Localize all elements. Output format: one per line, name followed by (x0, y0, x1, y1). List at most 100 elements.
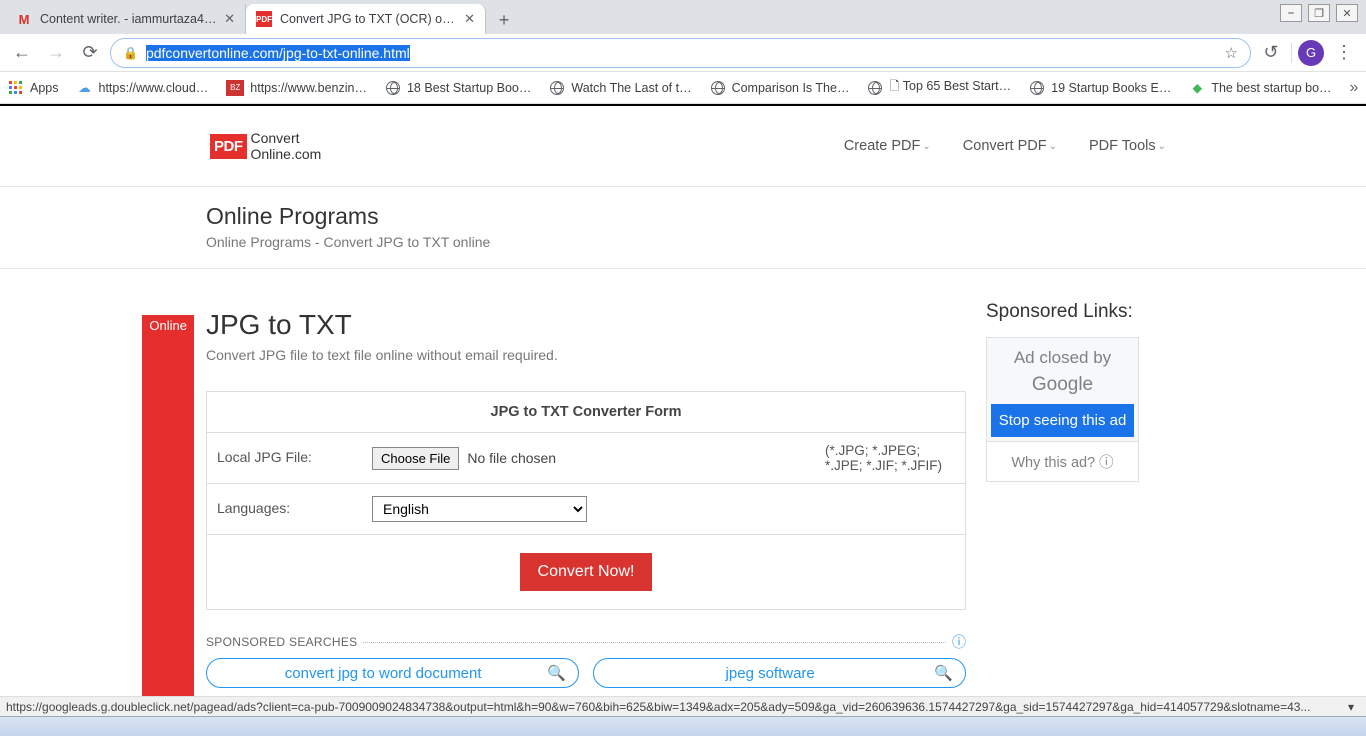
browser-tabbar: M Content writer. - iammurtaza4@g ✕ PDF … (0, 0, 1366, 34)
bookmark-label: Watch The Last of t… (571, 81, 691, 95)
content-heading: JPG to TXT (206, 309, 966, 341)
bookmark-item[interactable]: 19 Startup Books E… (1029, 80, 1171, 96)
site-icon: BZ (226, 80, 244, 96)
globe-icon (1029, 80, 1045, 96)
nav-convert-pdf[interactable]: Convert PDF⌄ (963, 138, 1057, 154)
info-icon[interactable]: ⓘ (952, 632, 966, 652)
status-bar: https://googleads.g.doubleclick.net/page… (0, 696, 1366, 716)
ad-box: Ad closed by Google Stop seeing this ad … (986, 337, 1139, 482)
stop-seeing-ad-button[interactable]: Stop seeing this ad (991, 404, 1134, 437)
form-title: JPG to TXT Converter Form (207, 392, 965, 433)
bookmark-item[interactable]: Watch The Last of t… (549, 80, 691, 96)
file-label: Local JPG File: (207, 433, 362, 483)
bookmark-star-icon[interactable]: ☆ (1225, 44, 1238, 62)
bookmark-item[interactable]: Comparison Is The… (710, 80, 850, 96)
bookmark-label: 18 Best Startup Boo… (407, 81, 531, 95)
bookmark-label: https://www.cloud… (99, 81, 209, 95)
form-row-file: Local JPG File: Choose File No file chos… (207, 433, 965, 484)
window-minimize-button[interactable]: ⎯ (1280, 4, 1302, 22)
search-icon: 🔍 (547, 664, 566, 682)
window-close-button[interactable]: ✕ (1336, 4, 1358, 22)
diamond-icon: ◆ (1189, 80, 1205, 96)
pdf-icon: PDF (256, 11, 272, 27)
sponsored-search-link[interactable]: convert jpg to word document🔍 (206, 658, 579, 688)
content-subheading: Convert JPG file to text file online wit… (206, 347, 966, 363)
nav-pdf-tools[interactable]: PDF Tools⌄ (1089, 138, 1166, 154)
profile-avatar[interactable]: G (1298, 40, 1324, 66)
globe-icon (867, 80, 883, 96)
status-url: https://googleads.g.doubleclick.net/page… (6, 700, 1310, 714)
convert-button[interactable]: Convert Now! (520, 553, 653, 591)
search-icon: 🔍 (934, 664, 953, 682)
language-select[interactable]: English (372, 496, 587, 522)
history-button[interactable]: ↺ (1257, 39, 1285, 67)
lock-icon: 🔒 (123, 46, 138, 60)
window-maximize-button[interactable]: ❐ (1308, 4, 1330, 22)
nav-create-pdf[interactable]: Create PDF⌄ (844, 138, 931, 154)
browser-tab-0[interactable]: M Content writer. - iammurtaza4@g ✕ (6, 4, 246, 34)
choose-file-button[interactable]: Choose File (372, 447, 459, 470)
logo-line2: Online.com (251, 146, 322, 162)
page-content: PDF ConvertOnline.com Create PDF⌄ Conver… (0, 104, 1366, 728)
logo-line1: Convert (251, 130, 300, 146)
globe-icon (549, 80, 565, 96)
site-logo[interactable]: PDF ConvertOnline.com (210, 130, 321, 162)
chevron-down-icon: ⌄ (922, 141, 930, 152)
chevron-down-icon: ⌄ (1158, 141, 1166, 152)
bookmark-apps[interactable]: Apps (8, 80, 59, 96)
converter-form: JPG to TXT Converter Form Local JPG File… (206, 391, 966, 610)
site-header: PDF ConvertOnline.com Create PDF⌄ Conver… (0, 106, 1366, 186)
url-text: pdfconvertonline.com/jpg-to-txt-online.h… (146, 45, 410, 61)
ad-closed-text: Ad closed by (987, 338, 1138, 374)
bookmark-label: 🗋 Top 65 Best Start… (889, 77, 1011, 98)
sponsored-search-link[interactable]: jpeg software🔍 (593, 658, 966, 688)
sponsored-searches-header: SPONSORED SEARCHES ⓘ (206, 632, 966, 652)
main-nav: Create PDF⌄ Convert PDF⌄ PDF Tools⌄ (844, 138, 1166, 154)
bookmarks-overflow-button[interactable]: » (1350, 79, 1359, 97)
bookmark-item[interactable]: 18 Best Startup Boo… (385, 80, 531, 96)
page-subtitle: Online Programs - Convert JPG to TXT onl… (206, 234, 1366, 250)
page-title-band: Online Programs Online Programs - Conver… (0, 186, 1366, 269)
browser-toolbar: ← → ⟳ 🔒 pdfconvertonline.com/jpg-to-txt-… (0, 34, 1366, 72)
bookmark-label: 19 Startup Books E… (1051, 81, 1171, 95)
logo-pdf-badge: PDF (210, 134, 247, 159)
globe-icon (385, 80, 401, 96)
bookmark-item[interactable]: 🗋 Top 65 Best Start… (867, 77, 1011, 98)
form-row-language: Languages: English (207, 484, 965, 535)
back-button[interactable]: ← (8, 39, 36, 67)
reload-button[interactable]: ⟳ (76, 39, 104, 67)
tab-title: Content writer. - iammurtaza4@g (40, 12, 218, 26)
google-logo-text: Google (987, 374, 1138, 396)
bookmark-item[interactable]: BZ https://www.benzin… (226, 80, 367, 96)
tab-title: Convert JPG to TXT (OCR) online (280, 12, 458, 26)
page-title: Online Programs (206, 203, 1366, 230)
forward-button[interactable]: → (42, 39, 70, 67)
bookmark-label: https://www.benzin… (250, 81, 367, 95)
why-this-ad-button[interactable]: Why this ad? ⓘ (987, 441, 1138, 481)
bookmark-item[interactable]: ◆ The best startup bo… (1189, 80, 1331, 96)
file-chosen-text: No file chosen (467, 450, 556, 466)
new-tab-button[interactable]: + (490, 6, 518, 34)
gmail-icon: M (16, 11, 32, 27)
sponsored-links-heading: Sponsored Links: (986, 301, 1366, 323)
bookmark-label: Comparison Is The… (732, 81, 850, 95)
os-taskbar (0, 716, 1366, 736)
menu-button[interactable]: ⋮ (1330, 39, 1358, 67)
bookmark-label: The best startup bo… (1211, 81, 1331, 95)
scroll-down-icon[interactable]: ▾ (1342, 700, 1360, 714)
globe-icon (710, 80, 726, 96)
language-label: Languages: (207, 484, 362, 534)
bookmark-item[interactable]: ☁ https://www.cloud… (77, 80, 209, 96)
apps-grid-icon (8, 80, 24, 96)
file-extensions: (*.JPG; *.JPEG; *.JPE; *.JIF; *.JFIF) (815, 433, 965, 483)
bookmark-label: Apps (30, 81, 59, 95)
close-tab-icon[interactable]: ✕ (464, 11, 475, 27)
close-tab-icon[interactable]: ✕ (224, 11, 235, 27)
cloud-icon: ☁ (77, 80, 93, 96)
address-bar[interactable]: 🔒 pdfconvertonline.com/jpg-to-txt-online… (110, 38, 1251, 68)
chevron-down-icon: ⌄ (1049, 141, 1057, 152)
sponsored-label: SPONSORED SEARCHES (206, 635, 357, 649)
online-badge: Online (142, 315, 194, 728)
browser-tab-1[interactable]: PDF Convert JPG to TXT (OCR) online ✕ (246, 4, 486, 34)
bookmarks-bar: Apps ☁ https://www.cloud… BZ https://www… (0, 72, 1366, 104)
